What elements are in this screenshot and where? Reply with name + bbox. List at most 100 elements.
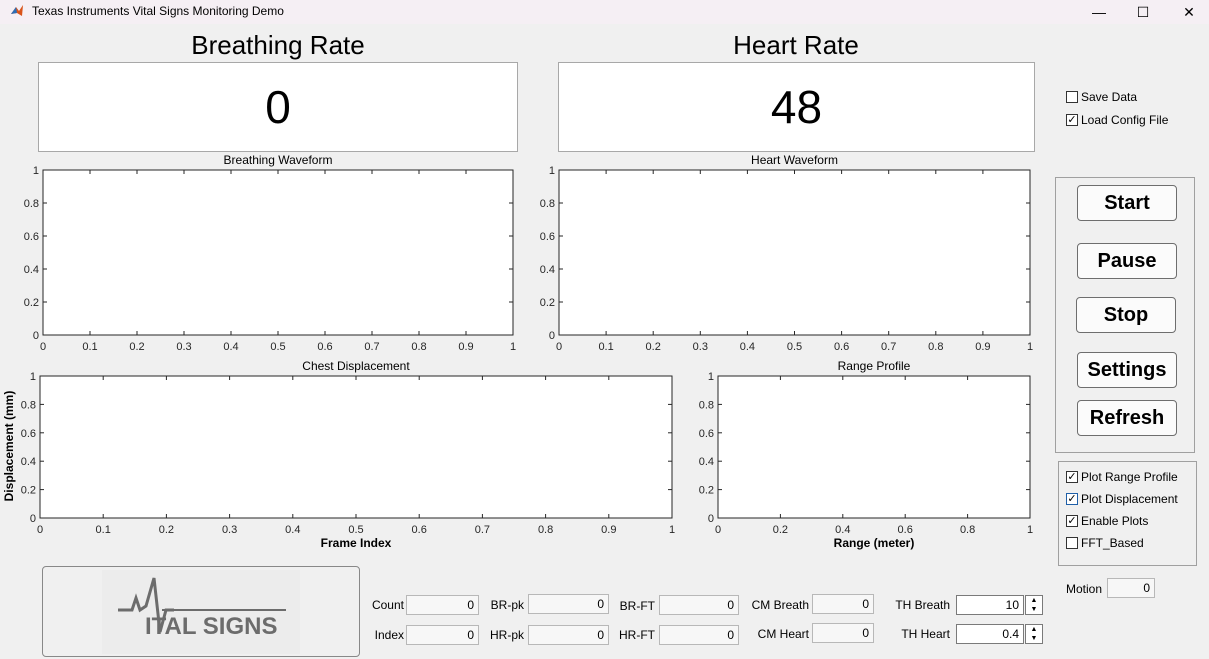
- heart-waveform-xtick-label: 0.1: [598, 341, 613, 353]
- fft-based-label: FFT_Based: [1081, 536, 1144, 550]
- cm-breath-field[interactable]: 0: [812, 594, 874, 614]
- hr-pk-label: HR-pk: [489, 628, 524, 642]
- br-pk-label: BR-pk: [490, 598, 524, 612]
- breathing-waveform-ytick-label: 1: [33, 165, 39, 177]
- range-profile-ytick-label: 0.2: [699, 485, 714, 497]
- motion-field[interactable]: 0: [1107, 578, 1155, 598]
- chest-displacement-ylabel: Displacement (mm): [2, 390, 16, 502]
- spinner-up-icon[interactable]: ▲: [1026, 596, 1042, 605]
- breathing-waveform-ytick-label: 0.4: [24, 264, 39, 276]
- range-profile-ytick-label: 0.4: [699, 456, 714, 468]
- heart-waveform-ytick-label: 0.4: [540, 264, 555, 276]
- breathing-waveform-xtick-label: 0.4: [223, 341, 238, 353]
- checkbox-box[interactable]: [1066, 537, 1078, 549]
- breathing-waveform-xtick-label: 0.1: [82, 341, 97, 353]
- heart-waveform-xtick-label: 0.3: [693, 341, 708, 353]
- chest-displacement-xlabel: Frame Index: [320, 536, 392, 550]
- stop-button[interactable]: Stop: [1076, 297, 1176, 333]
- breathing-waveform-ytick-label: 0.2: [24, 297, 39, 309]
- chest-displacement-xtick-label: 0.2: [159, 524, 174, 536]
- count-label: Count: [371, 598, 404, 612]
- hr-ft-label: HR-FT: [619, 628, 655, 642]
- chest-displacement-xtick-label: 0.6: [412, 524, 427, 536]
- chest-displacement-xtick-label: 0.8: [538, 524, 553, 536]
- plot-displacement-label: Plot Displacement: [1081, 492, 1178, 506]
- breathing-waveform-xtick-label: 0.2: [129, 341, 144, 353]
- breathing-waveform-xtick-label: 0.7: [364, 341, 379, 353]
- chest-displacement-ytick-label: 0.4: [21, 456, 36, 468]
- range-profile-xtick-label: 0.8: [960, 524, 975, 536]
- range-profile-xtick-label: 0: [715, 524, 721, 536]
- range-profile-ytick-label: 0.6: [699, 428, 714, 440]
- range-profile-xtick-label: 1: [1027, 524, 1033, 536]
- breathing-waveform-ytick-label: 0: [33, 330, 39, 342]
- heart-waveform-xtick-label: 0.9: [975, 341, 990, 353]
- index-label: Index: [374, 628, 404, 642]
- spinner-up-icon[interactable]: ▲: [1026, 625, 1042, 634]
- heart-waveform-xtick-label: 0.8: [928, 341, 943, 353]
- plot-range-profile-checkbox[interactable]: ✓ Plot Range Profile: [1066, 470, 1178, 484]
- breathing-waveform-axes: [42, 169, 514, 336]
- logo-text: ITAL SIGNS: [145, 613, 278, 640]
- hr-pk-field[interactable]: 0: [528, 625, 609, 645]
- hr-ft-field[interactable]: 0: [659, 625, 739, 645]
- index-field[interactable]: 0: [406, 625, 479, 645]
- check-icon[interactable]: ✓: [1066, 515, 1078, 527]
- heart-waveform-ytick-label: 0.2: [540, 297, 555, 309]
- chest-displacement-ytick-label: 0.2: [21, 485, 36, 497]
- range-profile-xtick-label: 0.6: [898, 524, 913, 536]
- count-field[interactable]: 0: [406, 595, 479, 615]
- heart-waveform-xtick-label: 0.2: [646, 341, 661, 353]
- chest-displacement-xtick-label: 1: [669, 524, 675, 536]
- heart-waveform-ytick-label: 1: [549, 165, 555, 177]
- br-ft-field[interactable]: 0: [659, 595, 739, 615]
- logo-waveform-icon: [118, 577, 286, 633]
- br-pk-field[interactable]: 0: [528, 594, 609, 614]
- th-heart-spinner[interactable]: 0.4: [956, 624, 1024, 644]
- chest-displacement-ytick-label: 0: [30, 513, 36, 525]
- plot-range-profile-label: Plot Range Profile: [1081, 470, 1178, 484]
- enable-plots-label: Enable Plots: [1081, 514, 1149, 528]
- chest-displacement-ytick-label: 1: [30, 371, 36, 383]
- heart-waveform-xtick-label: 0.7: [881, 341, 896, 353]
- check-icon[interactable]: ✓: [1066, 493, 1078, 505]
- chest-displacement-axes: [39, 375, 673, 519]
- breathing-waveform-xtick-label: 1: [510, 341, 516, 353]
- plot-displacement-checkbox[interactable]: ✓ Plot Displacement: [1066, 492, 1178, 506]
- chest-displacement-xtick-label: 0.9: [601, 524, 616, 536]
- th-breath-spinner[interactable]: 10: [956, 595, 1024, 615]
- range-profile-xtick-label: 0.4: [835, 524, 850, 536]
- plots-canvas: 0 0.1 0.2 0.3 0.4 0.5 0.6 0.7 0.8 0.9 1 0 0.2 0.4 0.6 0…: [21, 165, 1033, 536]
- spinner-down-icon[interactable]: ▼: [1026, 605, 1042, 614]
- th-breath-spinner-arrows[interactable]: ▲ ▼: [1025, 595, 1043, 615]
- vital-signs-logo: [102, 570, 300, 654]
- chest-displacement-xtick-label: 0.1: [96, 524, 111, 536]
- enable-plots-checkbox[interactable]: ✓ Enable Plots: [1066, 514, 1148, 528]
- th-heart-spinner-arrows[interactable]: ▲ ▼: [1025, 624, 1043, 644]
- spinner-down-icon[interactable]: ▼: [1026, 634, 1042, 643]
- check-icon[interactable]: ✓: [1066, 471, 1078, 483]
- breathing-waveform-xtick-label: 0.5: [270, 341, 285, 353]
- cm-heart-field[interactable]: 0: [812, 623, 874, 643]
- breathing-waveform-xtick-label: 0.8: [411, 341, 426, 353]
- heart-waveform-xtick-label: 0.5: [787, 341, 802, 353]
- range-profile-ytick-label: 1: [708, 371, 714, 383]
- range-profile-xlabel: Range (meter): [833, 536, 915, 550]
- chest-displacement-xtick-label: 0.4: [285, 524, 300, 536]
- chest-displacement-ytick-label: 0.6: [21, 428, 36, 440]
- heart-waveform-ytick-label: 0: [549, 330, 555, 342]
- range-profile-ytick-label: 0.8: [699, 399, 714, 411]
- breathing-waveform-xtick-label: 0.6: [317, 341, 332, 353]
- settings-button[interactable]: Settings: [1077, 352, 1177, 388]
- fft-based-checkbox[interactable]: FFT_Based: [1066, 536, 1144, 550]
- breathing-waveform-ytick-label: 0.6: [24, 231, 39, 243]
- chest-displacement-xtick-label: 0.7: [475, 524, 490, 536]
- range-profile-xtick-label: 0.2: [773, 524, 788, 536]
- heart-waveform-xtick-label: 1: [1027, 341, 1033, 353]
- th-breath-label: TH Breath: [895, 598, 950, 612]
- refresh-button[interactable]: Refresh: [1077, 400, 1177, 436]
- breathing-waveform-xtick-label: 0.9: [458, 341, 473, 353]
- breathing-waveform-xtick-label: 0.3: [176, 341, 191, 353]
- start-button[interactable]: Start: [1077, 185, 1177, 221]
- pause-button[interactable]: Pause: [1077, 243, 1177, 279]
